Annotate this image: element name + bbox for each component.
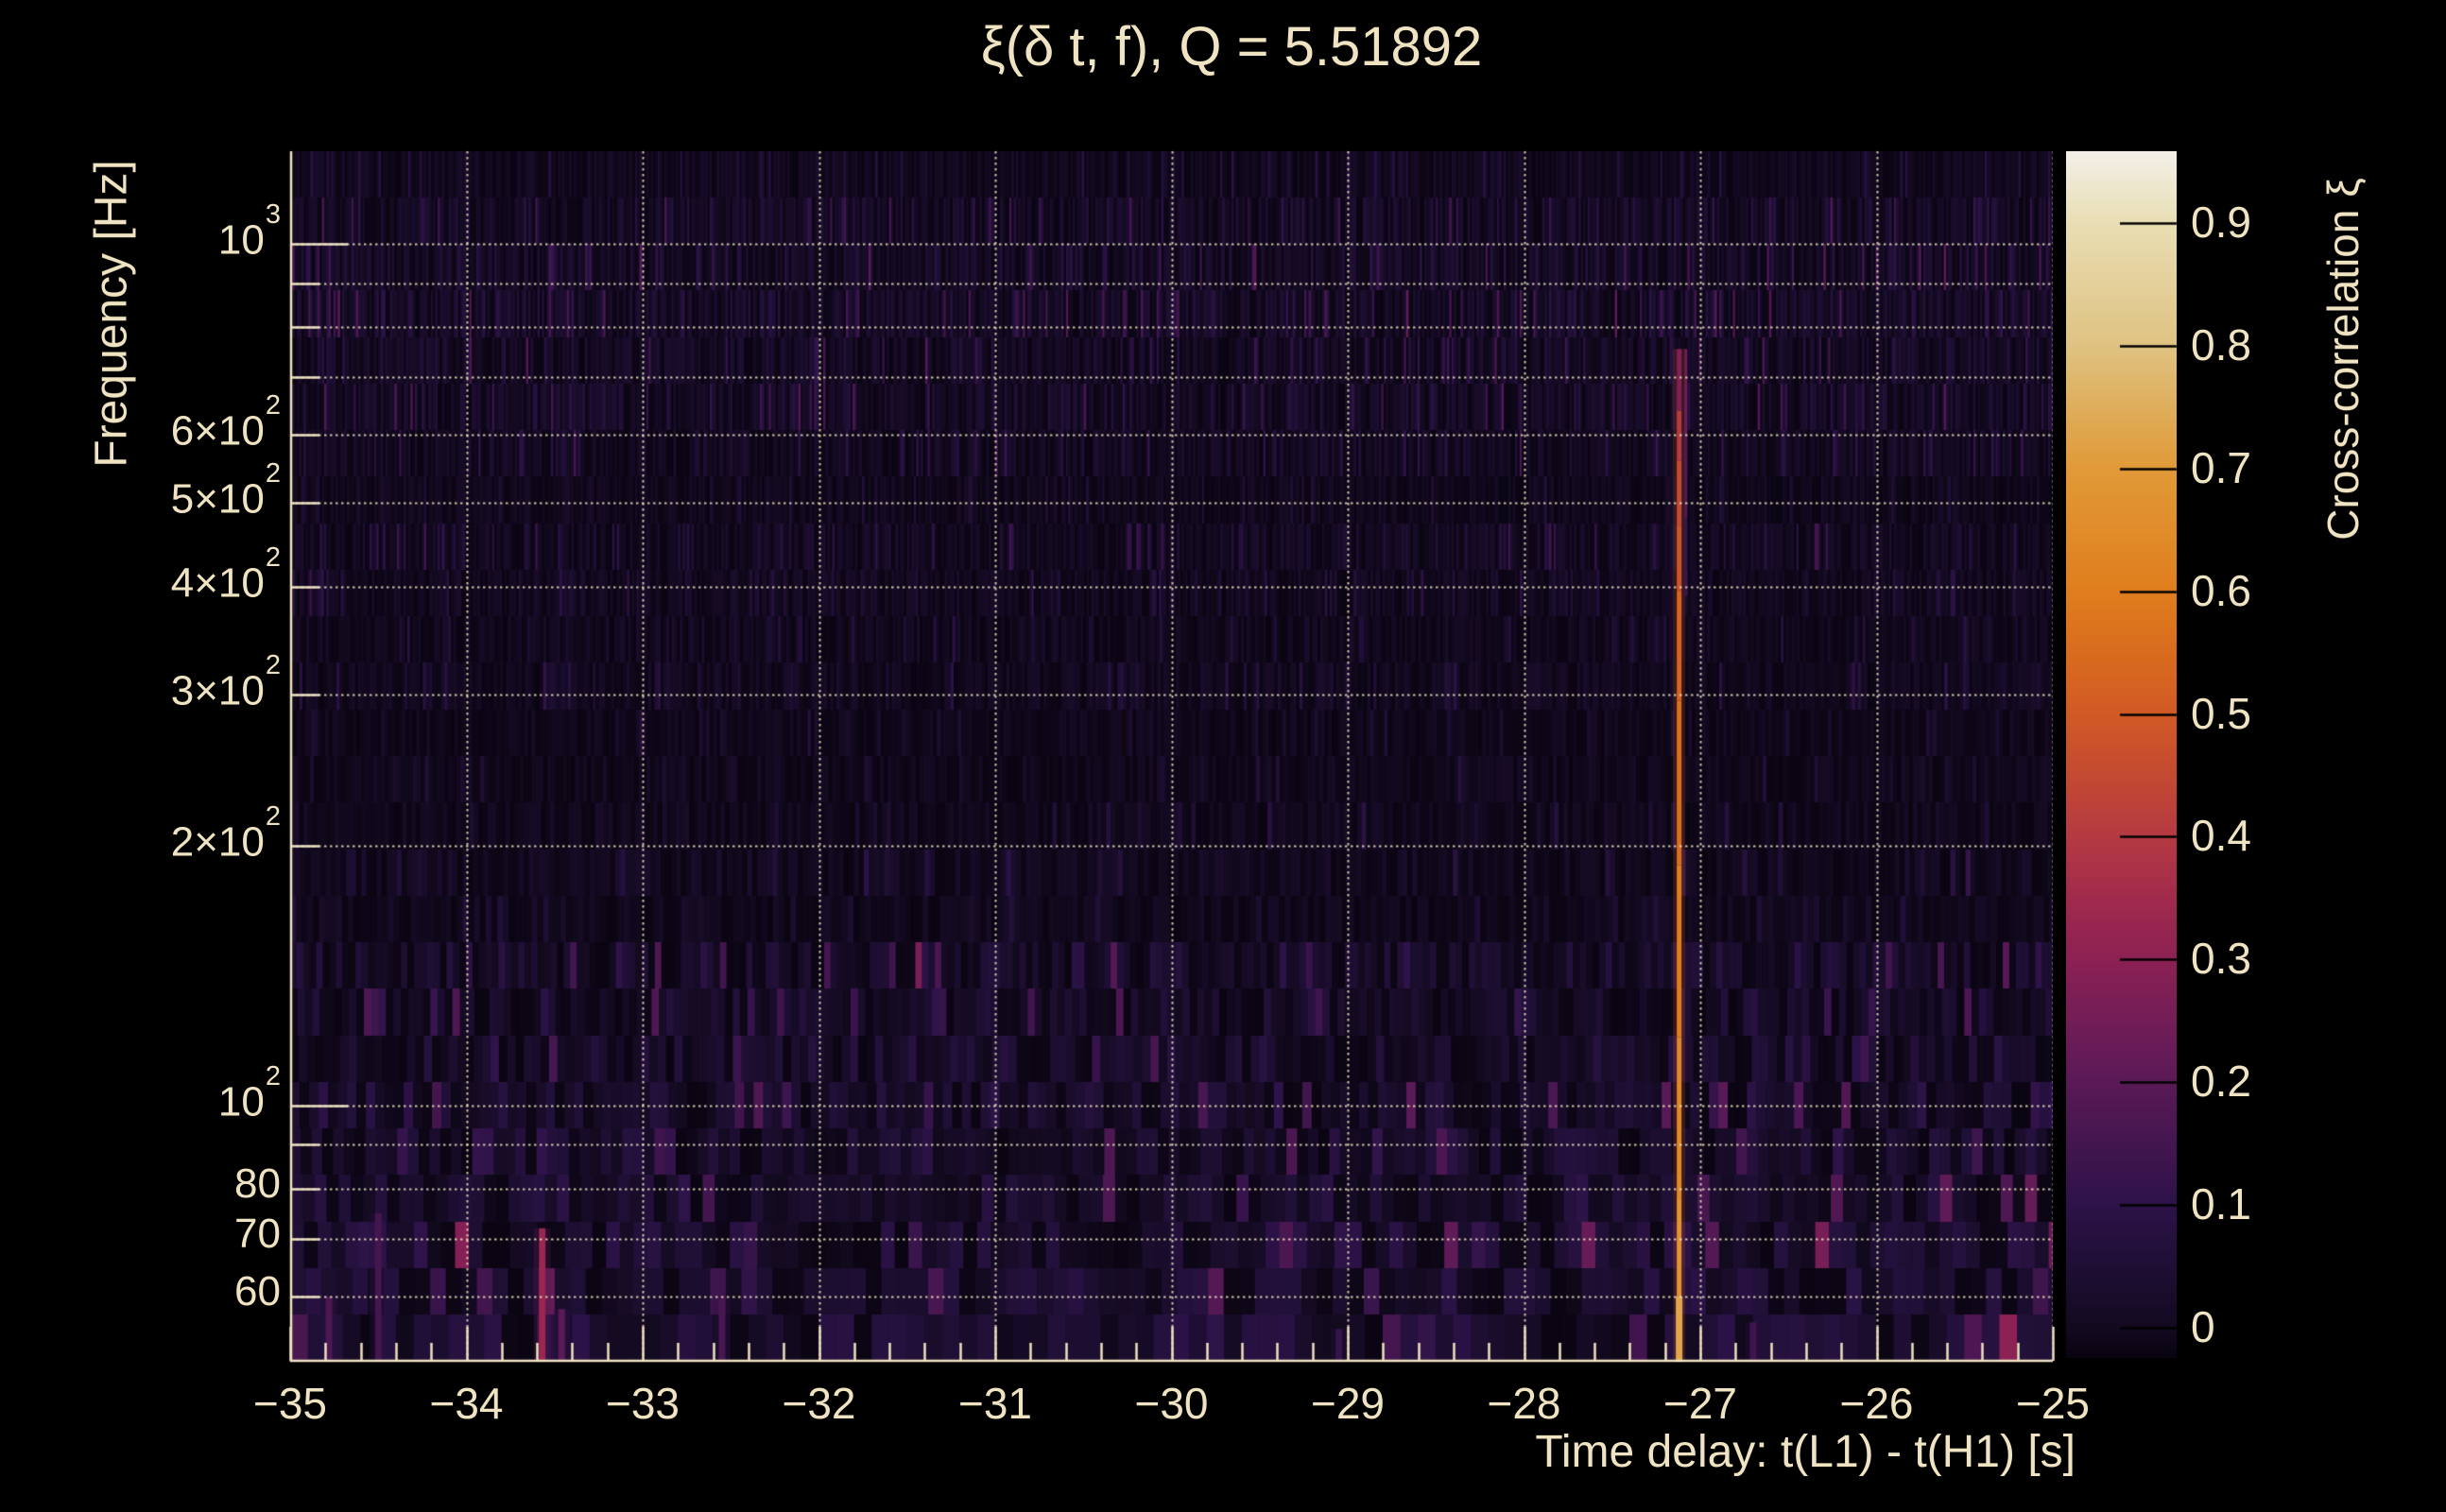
y-tick-label: 102 <box>217 1060 281 1125</box>
colorbar-tick-label: 0.6 <box>2191 565 2251 615</box>
chart-title: ξ(δ t, f), Q = 5.51892 <box>980 16 1483 77</box>
x-tick-label: −34 <box>429 1379 504 1428</box>
colorbar-tick-label: 0.4 <box>2191 811 2251 861</box>
colorbar-title: Cross-correlation ξ <box>2318 178 2368 541</box>
y-tick-label: 3×102 <box>170 649 281 714</box>
colorbar-tick-label: 0 <box>2191 1302 2215 1352</box>
figure-root: { "figure": { "title": "ξ(δ t, f), Q = 5… <box>0 0 2446 1512</box>
x-tick-label: −25 <box>2015 1379 2091 1428</box>
colorbar-tick-label: 0.7 <box>2191 442 2251 492</box>
x-axis-title: Time delay: t(L1) - t(H1) [s] <box>1535 1427 2076 1477</box>
y-tick-label: 70 <box>234 1210 281 1257</box>
colorbar-tick-label: 0.1 <box>2191 1179 2251 1229</box>
x-tick-label: −27 <box>1662 1379 1738 1428</box>
colorbar-tick-label: 0.3 <box>2191 934 2251 984</box>
colorbar-tick-label: 0.9 <box>2191 197 2251 247</box>
y-axis-title: Frequency [Hz] <box>86 160 137 468</box>
y-tick-label: 103 <box>217 199 281 264</box>
x-tick-label: −33 <box>605 1379 680 1428</box>
x-tick-label: −28 <box>1487 1379 1561 1428</box>
y-tick-label: 60 <box>234 1267 281 1314</box>
x-tick-label: −30 <box>1134 1379 1209 1428</box>
x-tick-label: −26 <box>1839 1379 1914 1428</box>
x-tick-label: −32 <box>782 1379 856 1428</box>
axes-overlay-canvas <box>0 0 2446 1512</box>
colorbar-tick-label: 0.5 <box>2191 688 2251 738</box>
y-tick-label: 2×102 <box>170 801 281 866</box>
y-tick-label: 4×102 <box>170 541 281 607</box>
x-tick-label: −31 <box>957 1379 1033 1428</box>
y-tick-label: 5×102 <box>170 458 281 524</box>
y-tick-label: 6×102 <box>170 390 281 455</box>
x-tick-label: −29 <box>1310 1379 1386 1428</box>
y-tick-label: 80 <box>234 1160 281 1208</box>
colorbar-tick-label: 0.2 <box>2191 1057 2251 1107</box>
colorbar-tick-label: 0.8 <box>2191 319 2251 369</box>
x-tick-label: −35 <box>252 1379 328 1428</box>
